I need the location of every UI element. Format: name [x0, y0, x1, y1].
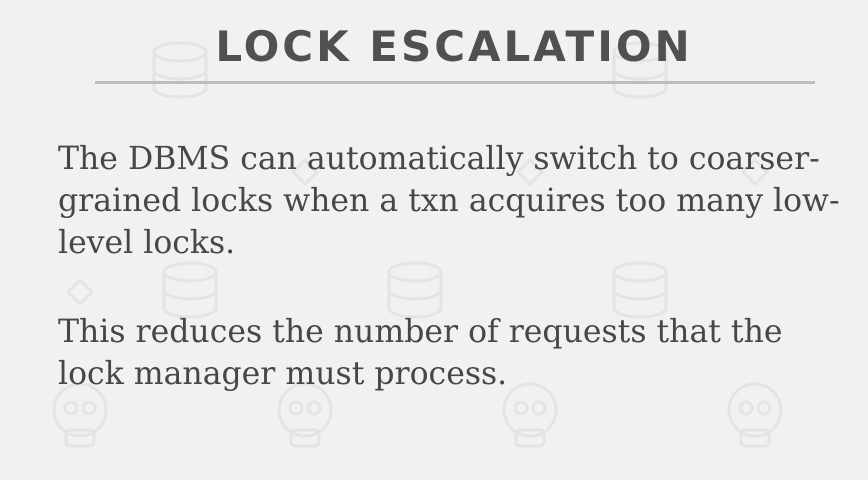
database-icon	[162, 261, 218, 319]
slide: LOCK ESCALATION The DBMS can automatical…	[0, 0, 868, 480]
title-underline	[95, 81, 815, 84]
body-paragraph-1: The DBMS can automatically switch to coa…	[58, 141, 840, 261]
slide-title: LOCK ESCALATION	[215, 22, 693, 71]
body-paragraph-2: This reduces the number of requests that…	[58, 314, 783, 392]
database-icon	[387, 261, 443, 319]
database-icon	[612, 261, 668, 319]
